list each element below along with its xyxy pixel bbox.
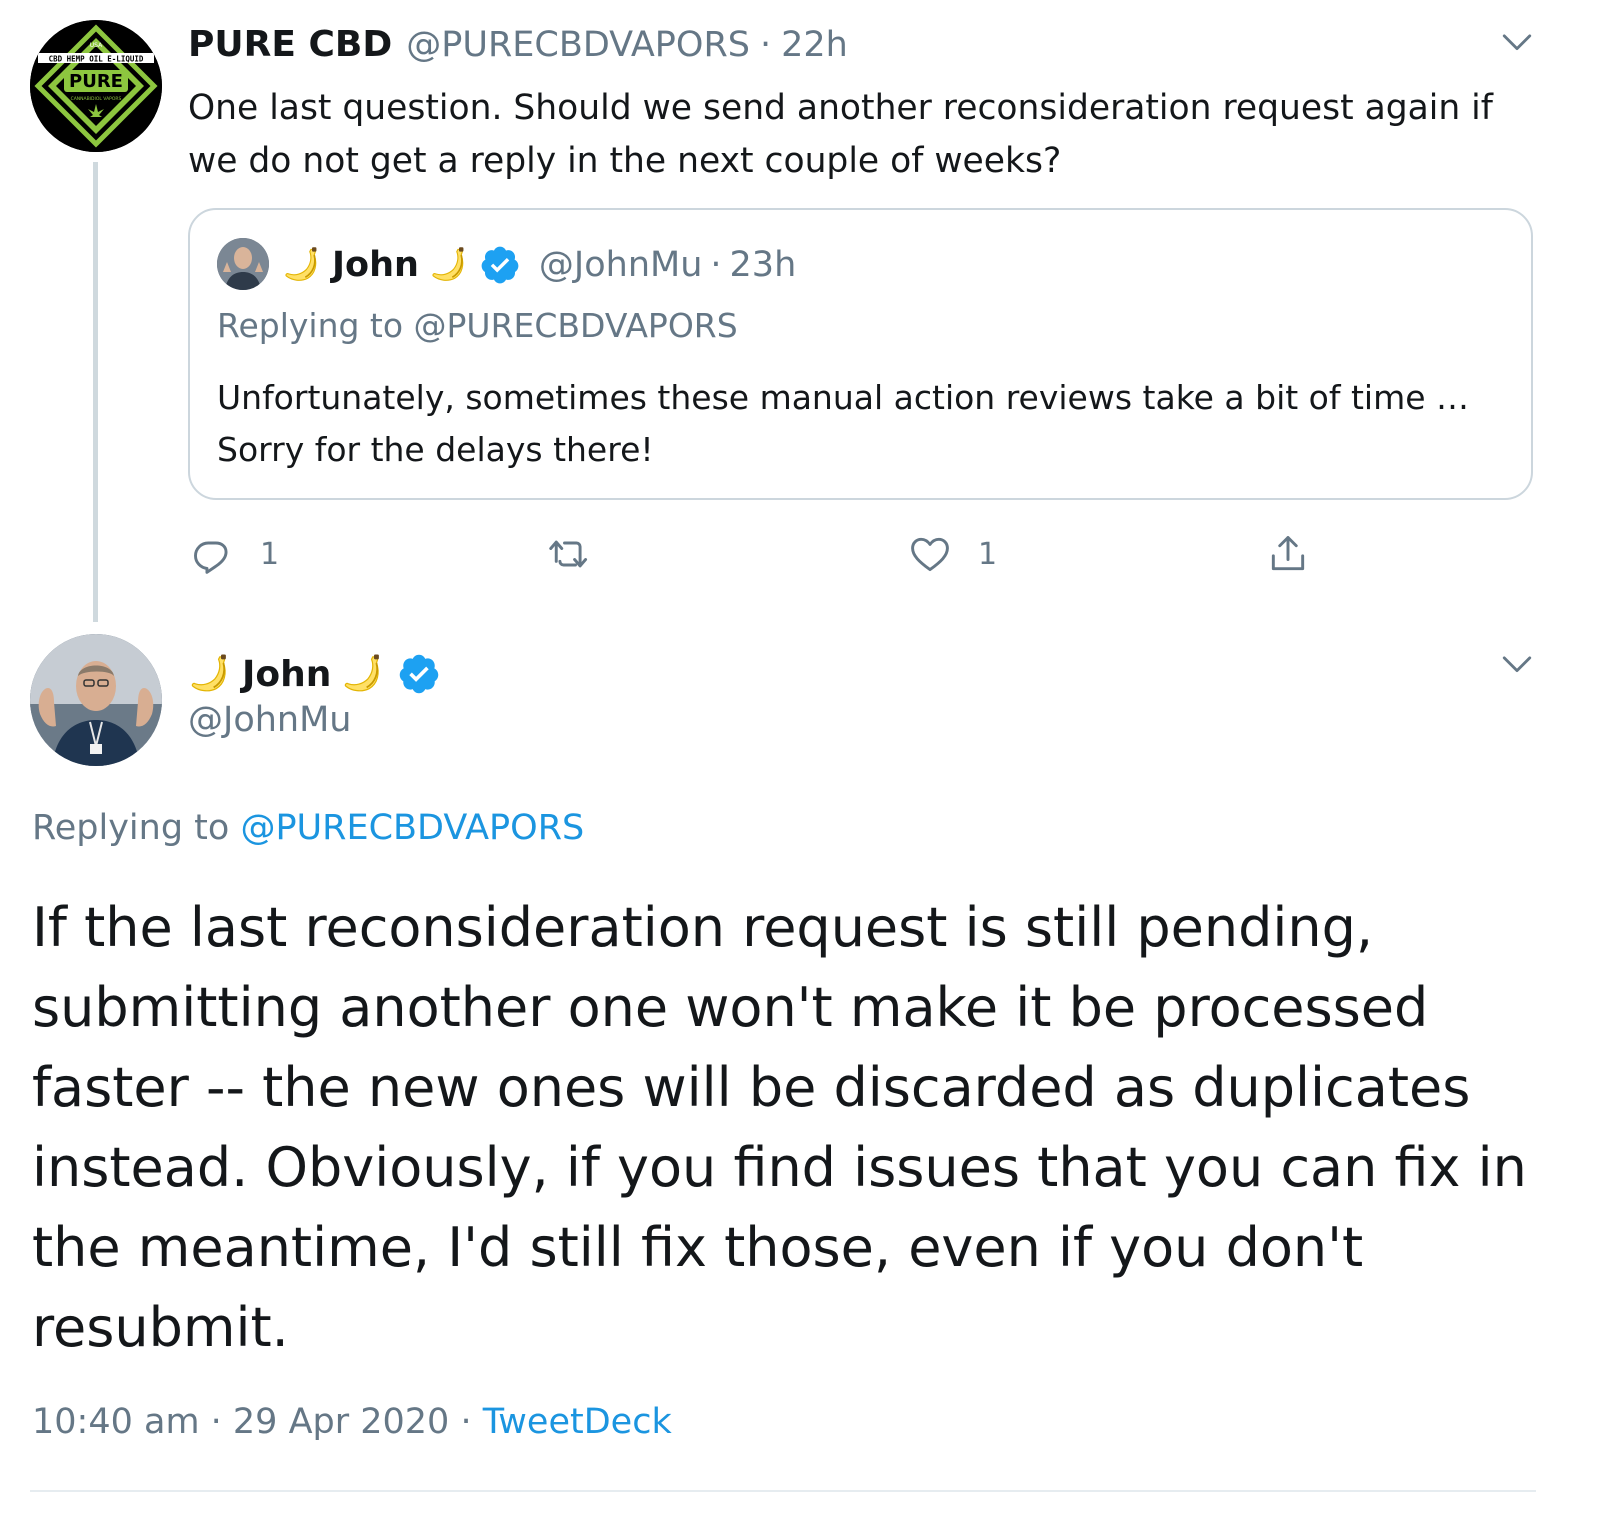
main-tweet-source-link[interactable]: TweetDeck xyxy=(483,1402,672,1442)
svg-text:USA: USA xyxy=(90,42,103,49)
reply-prefix: Replying to xyxy=(32,808,241,848)
parent-tweet-separator: · xyxy=(760,25,772,65)
like-count: 1 xyxy=(978,536,998,572)
verified-badge-icon xyxy=(479,244,521,286)
main-tweet-meta: 10:40 am · 29 Apr 2020 · TweetDeck xyxy=(32,1402,672,1442)
banana-icon xyxy=(341,652,385,696)
main-tweet-reply-line: Replying to @PURECBDVAPORS xyxy=(32,808,584,848)
reply-icon xyxy=(194,541,228,574)
bottom-divider xyxy=(30,1490,1536,1492)
reply-count: 1 xyxy=(260,536,280,572)
john-avatar-photo xyxy=(217,238,269,290)
quoted-tweet-handle: @JohnMu xyxy=(538,245,703,285)
pure-cbd-avatar[interactable]: CBD HEMP OIL E-LIQUID USA PURE CANNABIDI… xyxy=(30,20,162,152)
chevron-down-icon[interactable] xyxy=(1500,26,1534,60)
pure-cbd-logo-icon: CBD HEMP OIL E-LIQUID USA PURE CANNABIDI… xyxy=(30,20,162,152)
banana-icon xyxy=(188,652,232,696)
chevron-down-icon[interactable] xyxy=(1500,648,1534,682)
share-button[interactable] xyxy=(1266,532,1310,576)
share-icon xyxy=(1271,536,1305,571)
main-tweet-name-row: John xyxy=(188,646,441,702)
parent-tweet-header: PURE CBD @PURECBDVAPORS · 22h xyxy=(188,24,848,76)
quoted-tweet-text: Unfortunately, sometimes these manual ac… xyxy=(217,378,1470,469)
heart-icon xyxy=(911,537,949,572)
svg-text:PURE: PURE xyxy=(69,71,123,92)
quoted-tweet-separator: · xyxy=(710,245,722,285)
main-tweet-timestamp[interactable]: 10:40 am · 29 Apr 2020 xyxy=(32,1402,449,1442)
parent-tweet-handle[interactable]: @PURECBDVAPORS xyxy=(406,25,750,65)
retweet-button[interactable] xyxy=(548,532,618,576)
retweet-icon xyxy=(549,540,588,568)
meta-separator: · xyxy=(449,1402,483,1442)
quoted-tweet-avatar[interactable] xyxy=(217,238,269,290)
parent-tweet-time[interactable]: 22h xyxy=(781,25,848,65)
quoted-tweet-display-name: John xyxy=(332,245,419,285)
main-tweet-handle[interactable]: @JohnMu xyxy=(188,700,351,740)
verified-badge-icon xyxy=(397,652,441,696)
svg-text:CANNABIDIOL VAPORS: CANNABIDIOL VAPORS xyxy=(71,96,122,102)
like-button[interactable]: 1 xyxy=(908,532,997,576)
quoted-tweet-time: 23h xyxy=(729,245,797,285)
main-tweet-display-name[interactable]: John xyxy=(242,654,331,695)
svg-text:CBD HEMP OIL E-LIQUID: CBD HEMP OIL E-LIQUID xyxy=(49,55,144,64)
parent-tweet-text: One last question. Should we send anothe… xyxy=(188,88,1493,181)
banana-icon xyxy=(282,245,322,285)
reply-button[interactable]: 1 xyxy=(190,532,279,576)
main-tweet-text: If the last reconsideration request is s… xyxy=(32,896,1527,1359)
banana-icon xyxy=(429,245,469,285)
parent-tweet-display-name[interactable]: PURE CBD xyxy=(188,24,392,65)
john-avatar[interactable] xyxy=(30,634,162,766)
quoted-tweet-header: John @JohnMu · 23h xyxy=(282,238,796,292)
thread-connector-line xyxy=(93,162,98,622)
quoted-tweet-reply-line: Replying to @PURECBDVAPORS xyxy=(217,306,738,345)
john-avatar-photo xyxy=(30,634,162,766)
reply-mention-link[interactable]: @PURECBDVAPORS xyxy=(240,808,584,848)
